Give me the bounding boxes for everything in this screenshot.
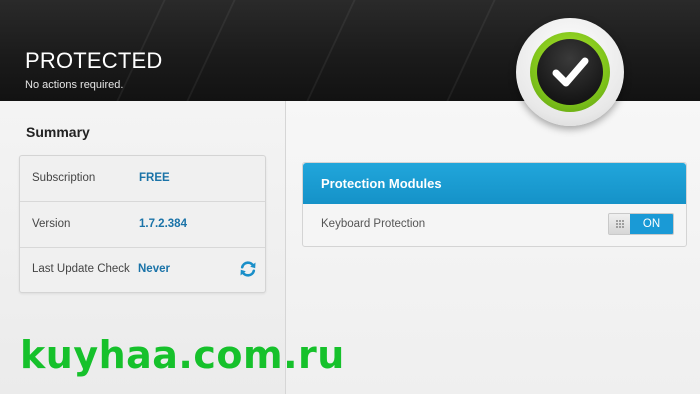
toggle-on-label: ON xyxy=(630,214,673,234)
subscription-value: FREE xyxy=(139,172,170,184)
status-subtitle: No actions required. xyxy=(25,79,124,91)
watermark-text: kuyhaa.com.ru xyxy=(20,333,345,377)
header-streak xyxy=(306,0,356,101)
modules-header: Protection Modules xyxy=(303,163,686,204)
status-title: PROTECTED xyxy=(25,48,163,73)
version-value: 1.7.2.384 xyxy=(139,218,187,230)
summary-box: Subscription FREE Version 1.7.2.384 Last… xyxy=(19,155,266,293)
subscription-label: Subscription xyxy=(32,172,96,184)
keyboard-protection-toggle[interactable]: ON xyxy=(608,213,674,235)
keyboard-protection-label: Keyboard Protection xyxy=(321,218,426,230)
protected-badge xyxy=(516,18,624,126)
header-streak xyxy=(186,0,236,101)
main-area xyxy=(286,101,700,394)
header-streak xyxy=(446,0,496,101)
version-label: Version xyxy=(32,218,71,230)
refresh-icon-svg xyxy=(240,261,256,277)
grip-dots-icon xyxy=(616,220,624,228)
protection-modules-panel: Protection Modules Keyboard Protection O… xyxy=(302,162,687,247)
last-update-label: Last Update Check xyxy=(32,263,130,275)
summary-heading: Summary xyxy=(26,124,90,140)
badge-inner xyxy=(537,39,603,105)
last-update-value: Never xyxy=(138,263,170,275)
refresh-icon[interactable] xyxy=(238,259,258,279)
badge-ring xyxy=(530,32,610,112)
modules-title: Protection Modules xyxy=(321,176,442,191)
toggle-grip-icon xyxy=(609,214,630,234)
checkmark-icon xyxy=(552,57,589,87)
summary-row-last-update: Last Update Check Never xyxy=(20,247,265,292)
summary-row-version: Version 1.7.2.384 xyxy=(20,202,265,248)
summary-row-subscription: Subscription FREE xyxy=(20,156,265,202)
